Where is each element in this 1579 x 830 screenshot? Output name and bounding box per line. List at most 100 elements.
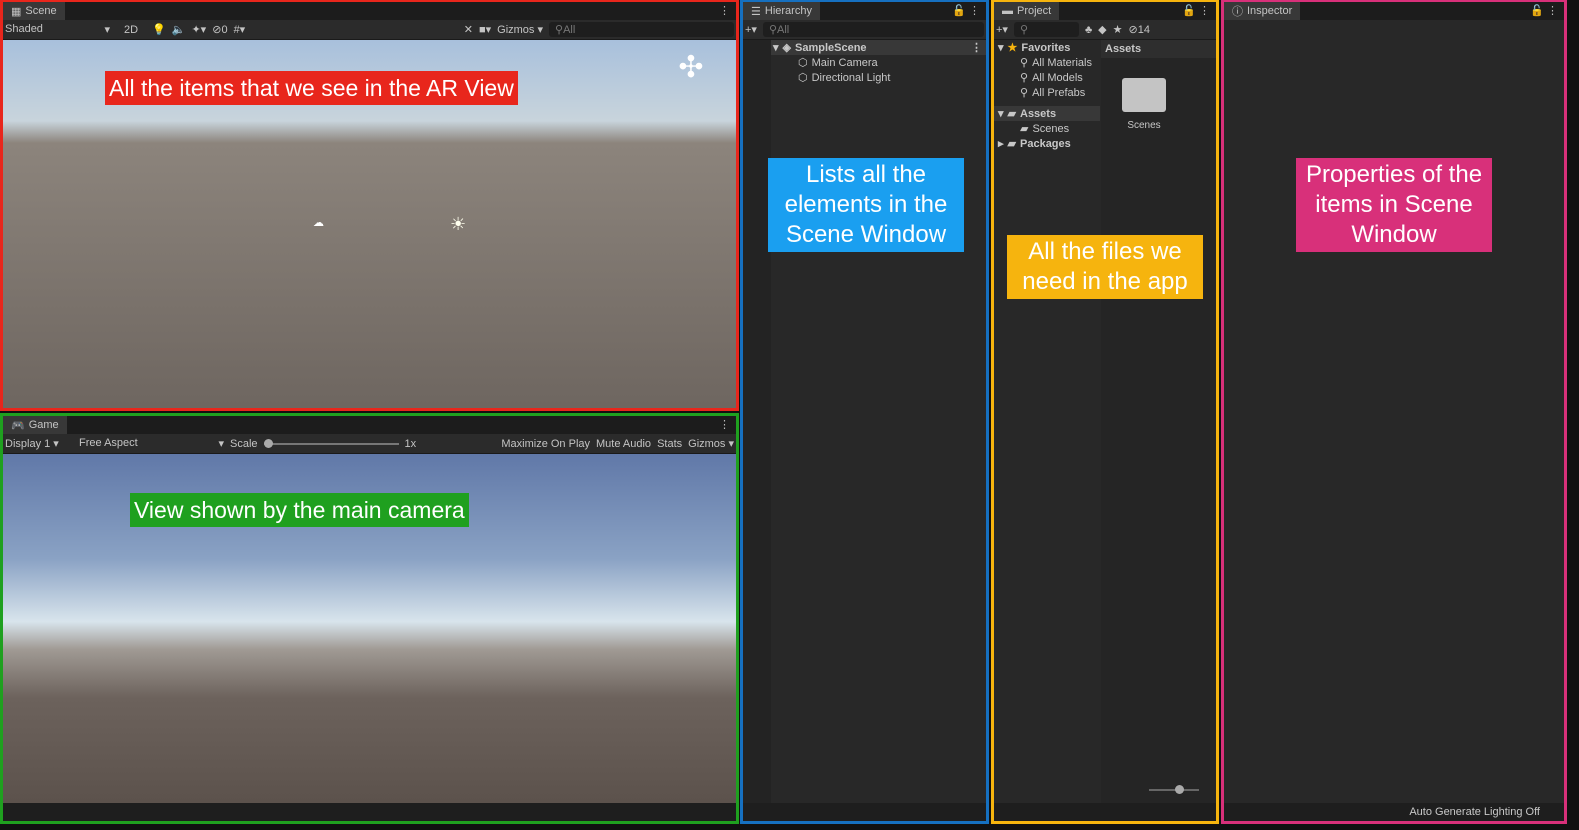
grid-snap-icon[interactable]: #▾ <box>234 23 246 36</box>
game-toolbar: Display 1 ▾ Free Aspect ▾ Scale 1x Maximi… <box>3 434 736 454</box>
inspector-annotation: Properties of the items in Scene Window <box>1296 158 1492 252</box>
packages-folder-item[interactable]: ▸ ▰ Packages <box>994 136 1100 151</box>
scene-root-item[interactable]: ▾ ◈ SampleScene ⋮ <box>743 40 986 55</box>
game-panel: 🎮 Game ⋮ Display 1 ▾ Free Aspect ▾ Scale 1… <box>0 413 739 824</box>
icon-size-slider[interactable] <box>1149 785 1199 794</box>
favorite-item[interactable]: ⚲ All Materials <box>994 55 1100 70</box>
display-dropdown[interactable]: Display 1 ▾ <box>5 437 73 450</box>
lock-menu-icon[interactable]: 🔓 ⋮ <box>1182 4 1210 17</box>
folder-icon: ▰ <box>1007 138 1016 150</box>
status-bar: Auto Generate Lighting Off <box>1224 803 1564 821</box>
gamepad-icon: 🎮 <box>11 419 25 432</box>
camera-icon[interactable]: ■▾ <box>479 23 491 36</box>
search-placeholder: All <box>563 23 576 36</box>
gizmos-label: Gizmos <box>688 438 726 450</box>
packages-label: Packages <box>1020 137 1071 150</box>
favorite-item[interactable]: ⚲ All Prefabs <box>994 85 1100 100</box>
gizmos-dropdown[interactable]: Gizmos ▾ <box>688 437 734 450</box>
favorites-item[interactable]: ▾ ★ Favorites <box>994 40 1100 55</box>
hidden-packages-toggle[interactable]: ⊘14 <box>1129 23 1150 36</box>
folder-icon <box>1122 78 1166 112</box>
hierarchy-item[interactable]: ⬡ Main Camera <box>743 55 986 70</box>
assets-header: Assets <box>1101 40 1216 58</box>
search-icon: ⚲ <box>1020 87 1029 99</box>
item-label: Directional Light <box>811 71 891 84</box>
effects-icon[interactable]: ✦▾ <box>191 23 206 36</box>
hierarchy-search-input[interactable]: ⚲ All <box>762 22 984 37</box>
display-label: Display 1 <box>5 438 51 450</box>
hierarchy-item[interactable]: ⬡ Directional Light <box>743 70 986 85</box>
project-toolbar: +▾ ⚲ ♣ ◆ ★ ⊘14 <box>994 20 1216 40</box>
tab-game[interactable]: 🎮 Game <box>3 416 67 434</box>
unity-scene-icon: ◈ <box>782 42 791 54</box>
tab-label: Hierarchy <box>764 5 812 17</box>
type-filter-icon[interactable]: ♣ <box>1085 24 1092 36</box>
audio-icon[interactable]: 🔈 <box>172 23 186 36</box>
shading-dropdown[interactable]: Shaded ▾ <box>5 23 110 36</box>
star-icon: ★ <box>1007 42 1018 54</box>
scene-name: SampleScene <box>795 41 867 54</box>
scene-tabbar: ▦ Scene ⋮ <box>3 2 736 20</box>
scene-toolbar: Shaded ▾ 2D 💡 🔈 ✦▾ ⊘0 #▾ ✕ ■▾ Gizmos ▾ ⚲ … <box>3 20 736 40</box>
more-menu-icon[interactable]: ⋮ <box>719 4 730 17</box>
aspect-dropdown[interactable]: Free Aspect ▾ <box>79 437 224 450</box>
assets-folder-item[interactable]: ▾ ▰ Assets <box>994 106 1100 121</box>
gizmos-label: Gizmos <box>497 24 535 36</box>
label-filter-icon[interactable]: ◆ <box>1098 23 1106 36</box>
lighting-status[interactable]: Auto Generate Lighting Off <box>1409 806 1540 818</box>
scene-search-input[interactable]: ⚲ All <box>549 22 734 37</box>
lock-menu-icon[interactable]: 🔓 ⋮ <box>1530 4 1558 17</box>
mute-audio-button[interactable]: Mute Audio <box>596 438 651 450</box>
item-label: Main Camera <box>811 56 878 69</box>
lock-menu-icon[interactable]: 🔓 ⋮ <box>952 4 980 17</box>
folder-icon: ▰ <box>1020 123 1029 135</box>
project-tabbar: ▬ Project 🔓 ⋮ <box>994 2 1216 20</box>
more-menu-icon[interactable]: ⋮ <box>719 418 730 431</box>
shading-label: Shaded <box>5 23 43 35</box>
search-placeholder: All <box>777 23 790 36</box>
project-assets-view: Assets Scenes <box>1101 40 1216 803</box>
folder-icon: ▬ <box>1002 5 1013 17</box>
gizmos-dropdown[interactable]: Gizmos ▾ <box>497 23 543 36</box>
2d-toggle[interactable]: 2D <box>116 24 146 36</box>
tab-label: Scene <box>25 5 57 17</box>
info-icon: ⓘ <box>1232 6 1243 18</box>
game-statusbar <box>3 803 736 821</box>
scale-slider[interactable] <box>263 438 399 448</box>
folder-label: Scenes <box>1127 120 1161 131</box>
light-icon[interactable]: ☀ <box>450 214 466 235</box>
tab-label: Inspector <box>1247 5 1293 17</box>
tab-project[interactable]: ▬ Project <box>994 2 1060 20</box>
lighting-icon[interactable]: 💡 <box>152 23 166 36</box>
camera-icon[interactable]: ☁ <box>313 216 324 229</box>
project-search-input[interactable]: ⚲ <box>1013 22 1079 37</box>
tab-hierarchy[interactable]: ☰ Hierarchy <box>743 2 820 20</box>
hidden-objects-toggle[interactable]: ⊘0 <box>212 23 227 36</box>
assets-label: Assets <box>1020 107 1057 120</box>
hidden-count: 14 <box>1137 24 1150 36</box>
favorite-star-icon[interactable]: ★ <box>1113 23 1123 36</box>
open-folder-icon: ▰ <box>1007 108 1016 120</box>
scenes-folder-item[interactable]: ▰ Scenes <box>994 121 1100 136</box>
favorite-item[interactable]: ⚲ All Models <box>994 70 1100 85</box>
inspector-panel: ⓘ Inspector 🔓 ⋮ Auto Generate Lighting Of… <box>1221 0 1567 824</box>
tab-inspector[interactable]: ⓘ Inspector <box>1224 2 1301 20</box>
scene-gizmo[interactable]: ✣ <box>666 50 716 110</box>
add-button[interactable]: +▾ <box>996 23 1008 36</box>
item-label: All Materials <box>1032 56 1092 69</box>
inspector-tabbar: ⓘ Inspector 🔓 ⋮ <box>1224 2 1564 20</box>
tab-scene[interactable]: ▦ Scene <box>3 2 65 20</box>
hierarchy-panel: ☰ Hierarchy 🔓 ⋮ +▾ ⚲ All ▾ ◈ SampleScene ⋮ ⬡… <box>740 0 989 824</box>
item-label: Scenes <box>1032 122 1070 135</box>
favorites-label: Favorites <box>1021 41 1071 54</box>
hierarchy-annotation: Lists all the elements in the Scene Wind… <box>768 158 964 252</box>
stats-button[interactable]: Stats <box>657 438 682 450</box>
scenes-folder-tile[interactable]: Scenes <box>1119 78 1169 131</box>
tools-icon[interactable]: ✕ <box>464 23 473 36</box>
list-icon: ☰ <box>751 5 761 18</box>
maximize-on-play-button[interactable]: Maximize On Play <box>501 438 590 450</box>
gameobject-icon: ⬡ <box>798 57 808 69</box>
add-button[interactable]: +▾ <box>745 23 757 36</box>
project-panel: ▬ Project 🔓 ⋮ +▾ ⚲ ♣ ◆ ★ ⊘14 ▾ ★ Favorites … <box>991 0 1219 824</box>
game-tabbar: 🎮 Game ⋮ <box>3 416 736 434</box>
